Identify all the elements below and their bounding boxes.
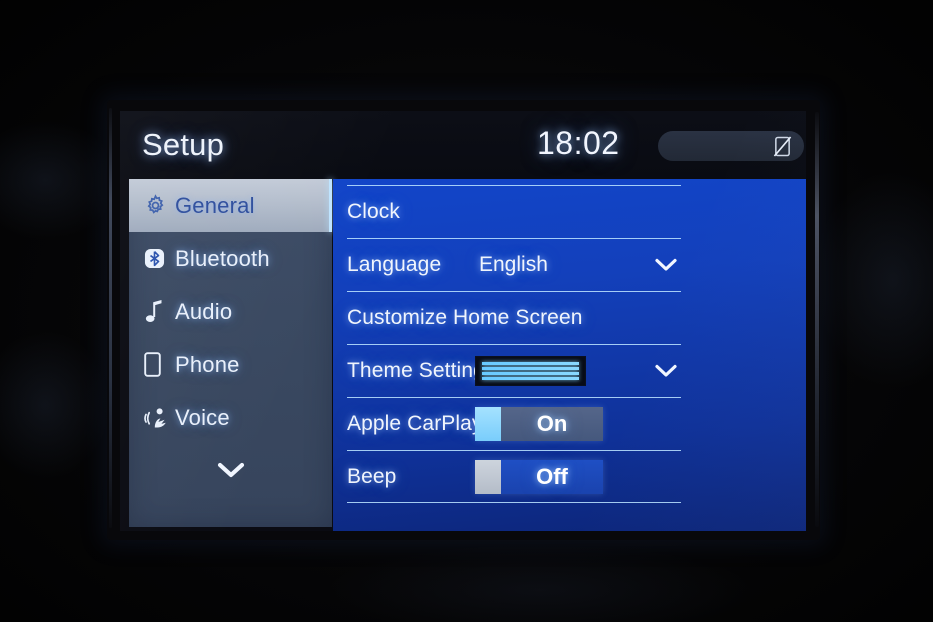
toggle-indicator bbox=[475, 407, 501, 441]
settings-list: Clock Language English Customize Home Sc… bbox=[347, 185, 681, 503]
row-label: Clock bbox=[347, 200, 401, 223]
row-label: Customize Home Screen bbox=[347, 306, 583, 329]
list-item-language[interactable]: Language English bbox=[347, 238, 681, 291]
display-bezel: Setup 18:02 General Bluetooth Audio Phon… bbox=[107, 100, 820, 540]
list-item-customize-home-screen[interactable]: Customize Home Screen bbox=[347, 291, 681, 344]
sidebar-item-voice[interactable]: Voice bbox=[129, 391, 332, 444]
toggle-state-label: Off bbox=[501, 459, 603, 494]
sidebar-item-label: General bbox=[175, 192, 255, 218]
beep-toggle[interactable]: Off bbox=[475, 459, 603, 494]
list-item-apple-carplay[interactable]: Apple CarPlay On bbox=[347, 397, 681, 450]
row-label: Beep bbox=[347, 464, 397, 488]
ambient-glow bbox=[0, 330, 110, 480]
row-value: English bbox=[479, 253, 548, 276]
chevron-down-icon[interactable] bbox=[653, 256, 679, 274]
gear-icon bbox=[144, 194, 175, 217]
sidebar-item-label: Phone bbox=[175, 351, 240, 377]
sidebar-item-audio[interactable]: Audio bbox=[129, 285, 332, 338]
list-item-beep[interactable]: Beep Off bbox=[347, 450, 681, 503]
toggle-indicator bbox=[475, 459, 501, 494]
sidebar-item-bluetooth[interactable]: Bluetooth bbox=[129, 232, 332, 285]
sidebar-scroll-down-button[interactable] bbox=[129, 444, 332, 496]
theme-swatch-preview[interactable] bbox=[475, 356, 586, 386]
row-label: Language bbox=[347, 253, 442, 276]
clock-display: 18:02 bbox=[537, 125, 620, 161]
apple-carplay-toggle[interactable]: On bbox=[475, 407, 603, 441]
infotainment-screen: Setup 18:02 General Bluetooth Audio Phon… bbox=[120, 111, 806, 531]
chevron-down-icon bbox=[217, 462, 244, 477]
toggle-state-label: On bbox=[501, 407, 603, 441]
status-pill bbox=[658, 131, 804, 161]
voice-command-icon bbox=[144, 407, 175, 429]
photograph-of-infotainment-screen: Setup 18:02 General Bluetooth Audio Phon… bbox=[0, 0, 933, 622]
row-label: Theme Setting bbox=[347, 359, 485, 382]
bluetooth-icon bbox=[144, 248, 175, 269]
sidebar-item-label: Bluetooth bbox=[175, 245, 270, 271]
sidebar-item-phone[interactable]: Phone bbox=[129, 338, 332, 391]
sidebar-item-label: Audio bbox=[175, 298, 233, 324]
list-item-theme-setting[interactable]: Theme Setting bbox=[347, 344, 681, 397]
ambient-glow bbox=[330, 545, 750, 622]
ambient-glow bbox=[813, 170, 933, 390]
sidebar-nav: General Bluetooth Audio Phone Voice bbox=[129, 179, 332, 527]
settings-panel: Clock Language English Customize Home Sc… bbox=[333, 179, 806, 531]
row-label: Apple CarPlay bbox=[347, 412, 483, 435]
smartphone-icon bbox=[144, 352, 175, 377]
chevron-down-icon[interactable] bbox=[653, 362, 679, 380]
sidebar-item-general[interactable]: General bbox=[129, 179, 332, 232]
sidebar-item-label: Voice bbox=[175, 404, 230, 430]
music-note-icon bbox=[144, 299, 175, 324]
title-bar: Setup 18:02 bbox=[120, 111, 806, 179]
page-title: Setup bbox=[142, 127, 225, 162]
phone-disconnected-icon bbox=[773, 136, 792, 157]
ambient-glow bbox=[0, 120, 120, 240]
list-item-clock[interactable]: Clock bbox=[347, 185, 681, 238]
